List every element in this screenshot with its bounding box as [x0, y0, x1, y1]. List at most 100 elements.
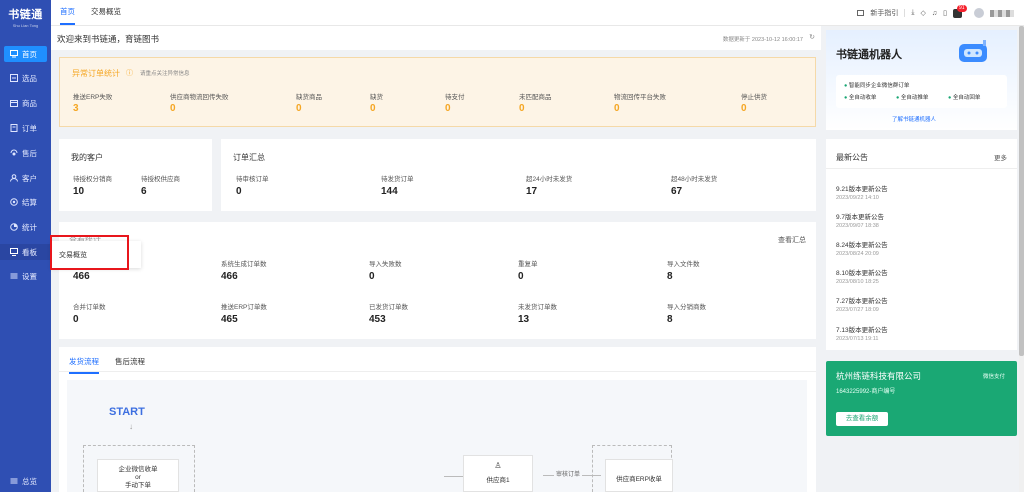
highlight-box [50, 235, 129, 270]
file-icon[interactable]: ▯ [943, 9, 947, 17]
stat-label: 系统生成订单数 [221, 261, 267, 268]
sidebar-item-label: 设置 [22, 271, 37, 281]
headset-icon[interactable]: ♫ [932, 10, 937, 17]
stat-value[interactable]: 0 [741, 103, 747, 114]
stat-value[interactable]: 0 [370, 103, 376, 114]
flow-node-order-intake: 企业微信收单 or 手动下单 [97, 459, 179, 492]
guide-link[interactable]: 新手指引 [870, 8, 898, 18]
customer-icon [10, 174, 18, 182]
check-balance-button[interactable]: 去查看余额 [836, 412, 888, 426]
view-summary-link[interactable]: 查看汇总 [778, 235, 806, 245]
stat-value[interactable]: 0 [73, 314, 79, 325]
tab-home[interactable]: 首页 [60, 0, 75, 25]
stat-label: 待授权分销商 [73, 176, 112, 183]
sidebar-item-aftersale[interactable]: 售后 [0, 145, 51, 161]
guide-icon[interactable] [857, 10, 865, 16]
product-icon [10, 74, 18, 82]
stat-value[interactable]: 0 [236, 186, 242, 197]
notice-item[interactable]: 9.21版本更新公告 2023/09/22 14:10 [836, 183, 888, 201]
logo-title: 书链通 [8, 9, 43, 21]
app-logo[interactable]: 书链通 Shu Lian Tong [0, 6, 51, 28]
sidebar-item-label: 商品 [22, 98, 37, 108]
stat-value[interactable]: 0 [519, 103, 525, 114]
robot-illustration [951, 38, 996, 68]
node-line: 手动下单 [125, 482, 151, 489]
stat-value[interactable]: 67 [671, 186, 682, 197]
stat-label: 超24小时未发货 [526, 176, 573, 183]
abnormal-title: 异常订单统计 [72, 69, 120, 78]
stat-value[interactable]: 466 [73, 271, 90, 282]
stat-label: 物流回传平台失败 [614, 94, 666, 101]
order-summary-card: 订单汇总 待审核订单 0 待发货订单 144 超24小时未发货 17 超48小时… [221, 139, 816, 211]
sidebar-item-settings[interactable]: 设置 [0, 268, 51, 284]
sidebar-item-home[interactable]: 首页 [4, 46, 47, 62]
stat-value[interactable]: 0 [518, 271, 524, 282]
scrollbar[interactable] [1019, 26, 1024, 492]
stat-value[interactable]: 8 [667, 314, 673, 325]
stat-value[interactable]: 0 [445, 103, 451, 114]
monitor-icon [10, 50, 18, 58]
statistics-card: 查看统计 查看汇总 466 系统生成订单数 466 导入失败数 0 重复单 0 … [59, 222, 816, 339]
stat-value[interactable]: 0 [296, 103, 302, 114]
stat-value[interactable]: 10 [73, 186, 84, 197]
stat-value[interactable]: 465 [221, 314, 238, 325]
stat-value[interactable]: 0 [170, 103, 176, 114]
customers-card: 我的客户 待授权分销商 10 待授权供应商 6 [59, 139, 212, 211]
tab-trade-overview[interactable]: 交易概览 [91, 0, 121, 25]
divider [826, 168, 1017, 169]
download-icon[interactable]: ⤓ [911, 9, 914, 17]
divider [904, 9, 906, 17]
stat-value[interactable]: 13 [518, 314, 529, 325]
user-icon: ♙ [494, 461, 502, 470]
stat-value[interactable]: 466 [221, 271, 238, 282]
stat-value[interactable]: 17 [526, 186, 537, 197]
help-icon[interactable]: ⓘ [126, 68, 133, 78]
notice-item[interactable]: 7.13版本更新公告 2023/07/13 19:11 [836, 324, 888, 342]
sidebar-collapse[interactable]: 总览 [0, 473, 51, 489]
arrow-down-icon: ↓ [129, 422, 133, 431]
notification-bell[interactable]: 91 [953, 4, 967, 18]
stat-value[interactable]: 6 [141, 186, 147, 197]
sidebar-item-customers[interactable]: 客户 [0, 170, 51, 186]
notices-more[interactable]: 更多 [994, 152, 1007, 162]
stat-value[interactable]: 0 [369, 271, 375, 282]
order-summary-title: 订单汇总 [233, 153, 265, 162]
sidebar-item-selection[interactable]: 选品 [0, 70, 51, 86]
top-bar: 首页 交易概览 新手指引 ⤓ ◇ ♫ ▯ 91 [51, 0, 1024, 26]
scrollbar-thumb[interactable] [1019, 26, 1024, 356]
flow-node-supplier: ♙ 供应商1 [463, 455, 533, 492]
tab-aftersale-flow[interactable]: 售后流程 [115, 356, 145, 367]
customers-title: 我的客户 [71, 153, 103, 162]
sidebar-item-stats[interactable]: 统计 [0, 219, 51, 235]
sidebar-item-settlement[interactable]: 结算 [0, 194, 51, 210]
aftersale-icon [10, 149, 18, 157]
notice-item[interactable]: 8.10版本更新公告 2023/08/10 18:25 [836, 267, 888, 285]
robot-title: 书链通机器人 [836, 49, 902, 61]
sidebar-item-orders[interactable]: 订单 [0, 120, 51, 136]
stat-label: 缺货 [370, 94, 383, 101]
stat-value[interactable]: 3 [73, 103, 79, 114]
stat-value[interactable]: 0 [614, 103, 620, 114]
update-time: 数据更新于 2023-10-12 16:00:17 [722, 37, 803, 43]
stat-label: 待审核订单 [236, 176, 269, 183]
stat-value[interactable]: 8 [667, 271, 673, 282]
avatar[interactable] [974, 8, 984, 18]
sidebar-item-board[interactable]: 看板 [0, 244, 51, 260]
robot-learn-more[interactable]: 了解书链通机器人 [892, 115, 936, 123]
menu-icon [10, 477, 18, 485]
notices-card: 最新公告 更多 9.21版本更新公告 2023/09/22 14:10 9.7版本… [826, 139, 1017, 350]
notice-item[interactable]: 7.27版本更新公告 2023/07/27 18:09 [836, 295, 888, 313]
stat-value[interactable]: 453 [369, 314, 386, 325]
stat-label: 待授权供应商 [141, 176, 180, 183]
stat-label: 导入分销商数 [667, 304, 706, 311]
location-icon[interactable]: ◇ [921, 9, 926, 17]
node-line: 企业微信收单 [118, 466, 158, 473]
abnormal-hint: 请重点关注异常信息 [140, 71, 190, 77]
stat-label: 推送ERP订单数 [221, 304, 267, 311]
stat-value[interactable]: 144 [381, 186, 398, 197]
stat-label: 导入文件数 [667, 261, 700, 268]
refresh-icon[interactable]: ↻ [809, 33, 815, 41]
sidebar-item-goods[interactable]: 商品 [0, 95, 51, 111]
notice-item[interactable]: 9.7版本更新公告 2023/09/07 18:38 [836, 211, 884, 229]
notice-item[interactable]: 8.24版本更新公告 2023/08/24 20:09 [836, 239, 888, 257]
